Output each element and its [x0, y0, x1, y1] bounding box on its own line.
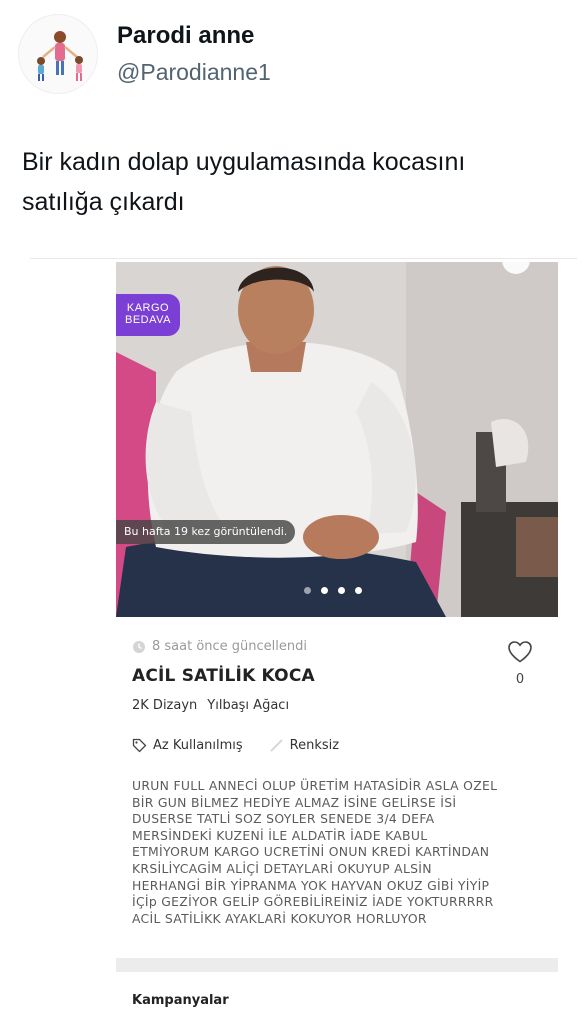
size-label[interactable]: 2K Dizayn	[132, 698, 197, 713]
badge-line-1: KARGO	[126, 302, 170, 314]
slash-icon	[269, 739, 283, 752]
tweet-text: Bir kadın dolap uygulamasında kocasını s…	[22, 142, 567, 222]
family-illustration-icon	[19, 15, 97, 93]
updated-text: 8 saat önce güncellendi	[152, 639, 308, 654]
product-title: ACİL SATİLİK KOCA	[132, 666, 315, 686]
campaigns-heading: Kampanyalar	[132, 993, 229, 1008]
color-attribute: Renksiz	[269, 738, 339, 753]
tag-icon	[132, 738, 147, 753]
description-line: ACİL SATİLİKK AYAKLARİ KOKUYOR HORLUYOR	[132, 910, 427, 926]
carousel-dot[interactable]	[355, 587, 362, 594]
section-separator	[116, 958, 558, 972]
user-handle[interactable]: @Parodianne1	[117, 59, 271, 86]
badge-line-2: BEDAVA	[125, 314, 171, 326]
description-line: ETMİYORUM KARGO UCRETİNİ ONUN KREDİ KART…	[132, 844, 490, 860]
display-name[interactable]: Parodi anne	[117, 22, 254, 50]
carousel-dot[interactable]	[304, 587, 311, 594]
views-pill: Bu hafta 19 kez görüntülendi.	[116, 520, 296, 544]
category-label[interactable]: Yılbaşı Ağacı	[207, 698, 289, 713]
condition-attribute: Az Kullanılmış	[132, 738, 243, 753]
color-label: Renksiz	[289, 738, 340, 753]
product-description: URUN FULL ANNECİ OLUP ÜRETİM HATASİDİR A…	[132, 778, 552, 927]
condition-label: Az Kullanılmış	[153, 738, 243, 753]
description-line: HERHANGİ BİR YİPRANMA YOK HAYVAN OKUZ Gİ…	[132, 877, 490, 893]
free-shipping-badge: KARGO BEDAVA	[116, 294, 180, 336]
carousel-dot[interactable]	[321, 587, 328, 594]
divider	[30, 258, 577, 259]
description-line: DUSERSE TATLİ SOZ SOYLER SENEDE 3/4 DEFA	[132, 811, 435, 827]
clock-icon	[133, 640, 145, 653]
product-meta: 2K Dizayn Yılbaşı Ağacı	[132, 698, 289, 713]
favorite-button[interactable]: 0	[505, 640, 535, 687]
description-line: KRSİLİYCAGİM ALİÇİ DETAYLARİ OKUYUP ALSİ…	[132, 860, 432, 876]
carousel-dots[interactable]	[304, 587, 362, 597]
avatar[interactable]	[18, 14, 98, 94]
description-line: MERSİNDEKİ KUZENİ İLE ALDATİR İADE KABUL	[132, 827, 428, 843]
tweet-text-line-1: Bir kadın dolap uygulamasında kocasını	[22, 148, 466, 176]
photo-illustration	[116, 262, 558, 617]
description-line: İÇİp GEZİYOR GELİP GÖREBİLİREİNİZ İADE Y…	[132, 894, 494, 910]
heart-icon[interactable]	[507, 640, 533, 664]
favorite-count: 0	[515, 672, 525, 687]
tweet-header: Parodi anne @Parodianne1	[18, 14, 578, 94]
product-photo[interactable]: KARGO BEDAVA Bu hafta 19 kez görüntülend…	[116, 262, 558, 617]
description-line: URUN FULL ANNECİ OLUP ÜRETİM HATASİDİR A…	[132, 778, 498, 793]
tweet-text-line-2: satılığa çıkardı	[22, 188, 185, 216]
description-line: BİR GUN BİLMEZ HEDİYE ALMAZ İSİNE GELİRS…	[132, 794, 457, 810]
product-attributes: Az Kullanılmış Renksiz	[132, 738, 339, 753]
last-updated: 8 saat önce güncellendi	[132, 639, 307, 654]
listing-screenshot[interactable]: KARGO BEDAVA Bu hafta 19 kez görüntülend…	[116, 262, 558, 1024]
carousel-dot[interactable]	[338, 587, 345, 594]
